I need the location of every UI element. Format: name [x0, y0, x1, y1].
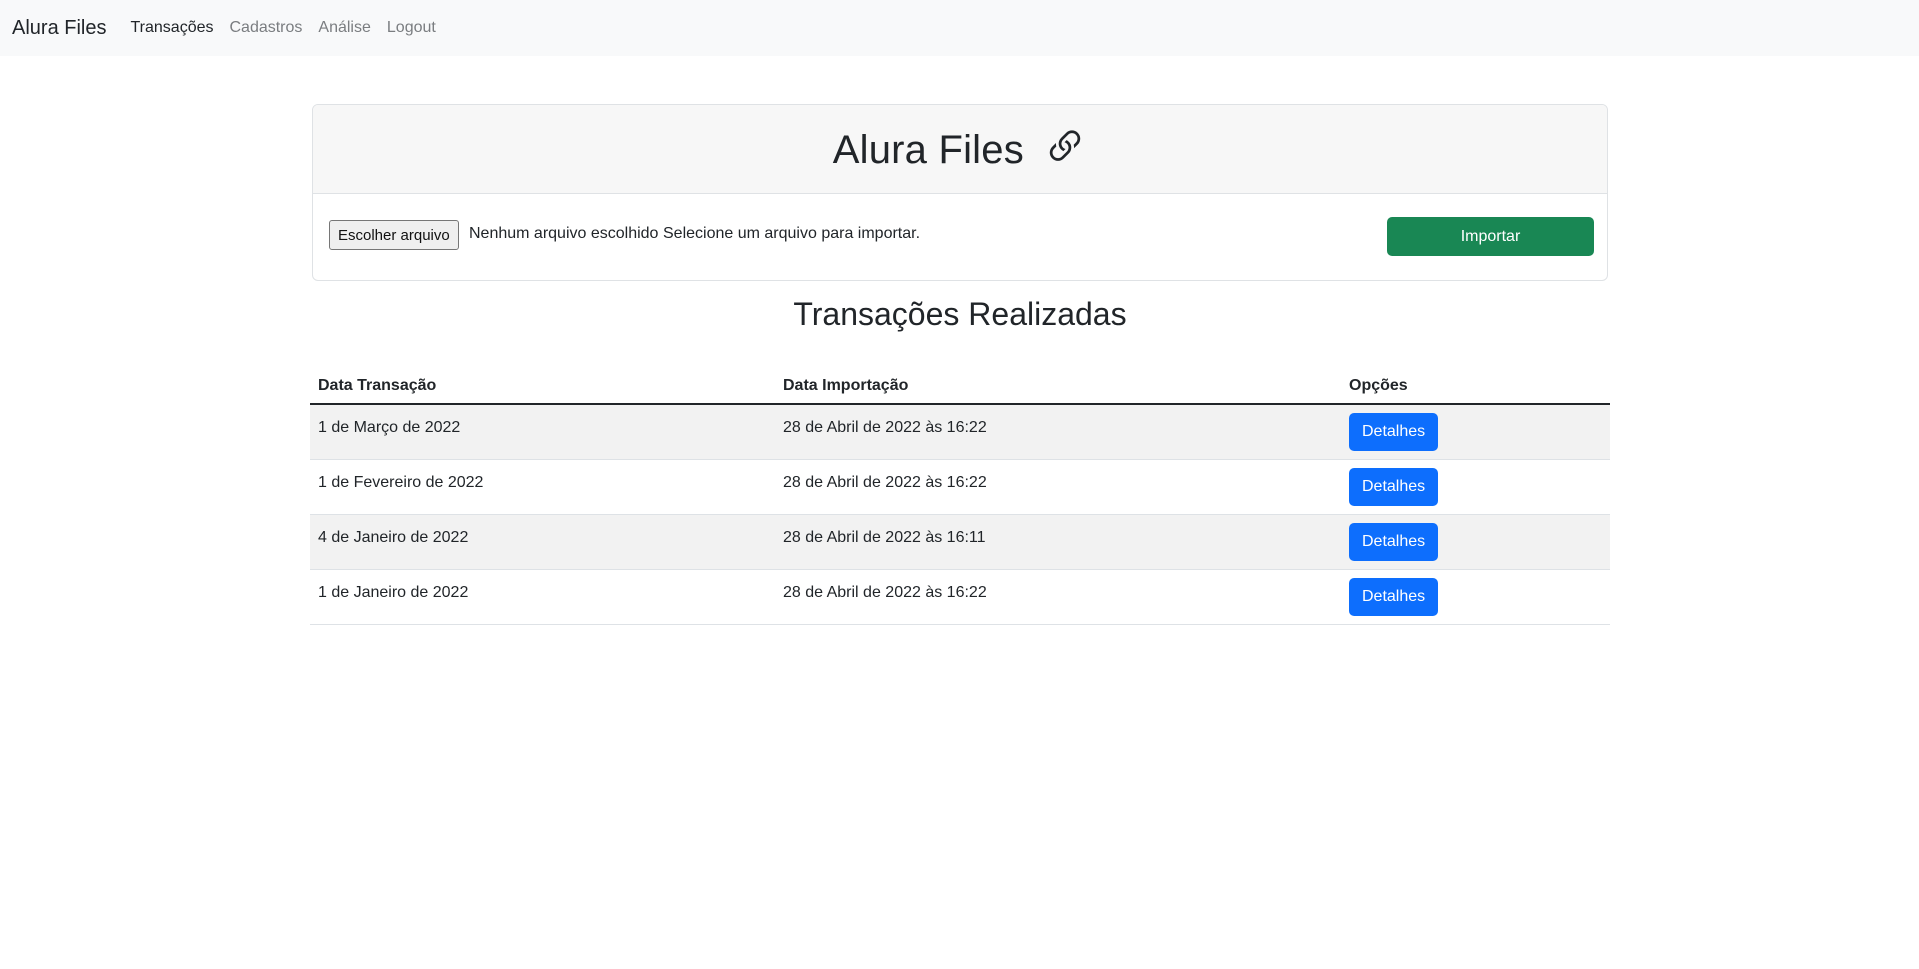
cell-opcoes: Detalhes — [1341, 459, 1610, 515]
card-title: Alura Files — [833, 125, 1087, 173]
column-header-data-importacao: Data Importação — [775, 368, 1341, 405]
link-icon — [1050, 130, 1081, 161]
choose-file-button[interactable]: Escolher arquivo — [329, 220, 459, 250]
card-body: Escolher arquivo Nenhum arquivo escolhid… — [313, 194, 1607, 280]
file-hint-text: Selecione um arquivo para importar. — [663, 225, 921, 242]
nav-link-transacoes[interactable]: Transações — [130, 19, 213, 37]
cell-data-transacao: 1 de Março de 2022 — [310, 404, 775, 460]
nav-link-analise[interactable]: Análise — [318, 19, 370, 37]
details-button[interactable]: Detalhes — [1349, 467, 1439, 506]
cell-opcoes: Detalhes — [1341, 404, 1610, 460]
cell-data-transacao: 4 de Janeiro de 2022 — [310, 514, 775, 570]
cell-data-importacao: 28 de Abril de 2022 às 16:22 — [775, 459, 1341, 515]
card-header: Alura Files — [313, 105, 1607, 194]
cell-data-importacao: 28 de Abril de 2022 às 16:22 — [775, 404, 1341, 460]
nav-link-cadastros[interactable]: Cadastros — [229, 19, 302, 37]
import-button[interactable]: Importar — [1387, 217, 1594, 256]
import-card: Alura Files Escolher arquivo Nenhum arqu… — [312, 104, 1608, 281]
cell-data-transacao: 1 de Janeiro de 2022 — [310, 569, 775, 625]
details-button[interactable]: Detalhes — [1349, 413, 1439, 451]
details-button[interactable]: Detalhes — [1349, 577, 1439, 616]
cell-data-importacao: 28 de Abril de 2022 às 16:22 — [775, 569, 1341, 625]
table-row: 1 de Janeiro de 2022 28 de Abril de 2022… — [310, 569, 1610, 625]
cell-opcoes: Detalhes — [1341, 514, 1610, 570]
file-status-text: Nenhum arquivo escolhido — [469, 225, 659, 242]
table-row: 1 de Fevereiro de 2022 28 de Abril de 20… — [310, 459, 1610, 515]
table-row: 4 de Janeiro de 2022 28 de Abril de 2022… — [310, 514, 1610, 570]
card-title-text: Alura Files — [832, 128, 1024, 172]
table-header-row: Data Transação Data Importação Opções — [310, 368, 1610, 405]
transactions-table: Data Transação Data Importação Opções 1 … — [310, 368, 1610, 625]
nav-link-logout[interactable]: Logout — [387, 19, 436, 37]
column-header-opcoes: Opções — [1341, 368, 1610, 405]
cell-opcoes: Detalhes — [1341, 569, 1610, 625]
top-navbar: Alura Files Transações Cadastros Análise… — [0, 0, 1919, 56]
cell-data-importacao: 28 de Abril de 2022 às 16:11 — [775, 514, 1341, 570]
details-button[interactable]: Detalhes — [1349, 522, 1439, 561]
navbar-brand[interactable]: Alura Files — [12, 17, 106, 40]
column-header-data-transacao: Data Transação — [310, 368, 775, 405]
cell-data-transacao: 1 de Fevereiro de 2022 — [310, 459, 775, 515]
section-title: Transações Realizadas — [793, 296, 1127, 332]
table-row: 1 de Março de 2022 28 de Abril de 2022 à… — [310, 404, 1610, 460]
